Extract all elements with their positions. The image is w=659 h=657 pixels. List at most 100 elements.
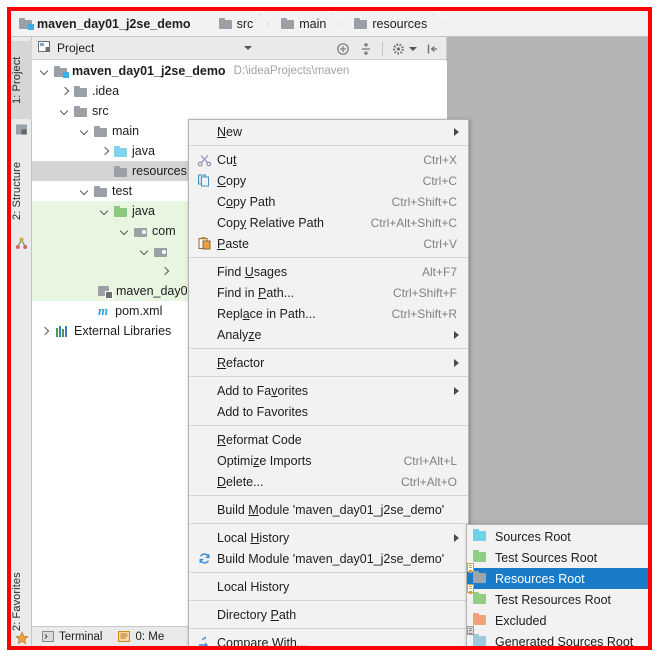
folder-icon — [74, 85, 87, 97]
menu-item-analyze[interactable]: Analyze — [189, 324, 468, 345]
menu-item-directory-path[interactable]: Directory Path — [189, 604, 468, 625]
library-icon — [56, 325, 69, 337]
gear-icon[interactable] — [392, 42, 406, 56]
menu-item-optimize-imports[interactable]: Optimize Imports Ctrl+Alt+L — [189, 450, 468, 471]
status-item-terminal[interactable]: Terminal — [42, 631, 102, 643]
menu-item-new[interactable]: NNewew — [189, 121, 468, 142]
tree-row-module[interactable]: maven_day01_j2se_demo D:\ideaProjects\ma… — [32, 61, 447, 81]
chevron-right-icon[interactable] — [39, 326, 50, 337]
chevron-right-icon[interactable] — [159, 266, 170, 277]
chevron-right-icon[interactable] — [59, 86, 70, 97]
submenu-item-resources-root[interactable]: Resources Root — [467, 562, 648, 589]
sidebar-item-structure[interactable]: 2: Structure — [11, 145, 32, 237]
left-tool-strip: 1: Project 2: Structure 2: Favorites — [11, 37, 32, 646]
no-icon — [197, 474, 217, 490]
no-icon — [197, 607, 217, 623]
status-item-messages[interactable]: 0: Me — [118, 631, 164, 643]
package-icon — [154, 246, 167, 257]
menu-accel-cut: Ctrl+X — [423, 152, 457, 167]
submenu-item-test-resources-root[interactable]: Test Resources Root — [467, 583, 648, 610]
chevron-down-icon[interactable] — [59, 106, 70, 117]
chevron-down-icon[interactable] — [139, 246, 150, 257]
module-file-icon — [98, 285, 113, 299]
menu-item-find-usages[interactable]: Find Usages Alt+F7 — [189, 261, 468, 282]
sidebar-item-project[interactable]: 1: Project — [11, 41, 32, 119]
menu-item-delete[interactable]: Delete... Ctrl+Alt+O — [189, 471, 468, 492]
folder-icon — [354, 18, 368, 29]
menu-item-build-module[interactable]: Build Module 'maven_day01_j2se_demo' — [189, 499, 468, 520]
menu-item-show-image-thumbnails[interactable]: Add to Favorites — [189, 401, 468, 422]
menu-item-refactor[interactable]: Refactor — [189, 352, 468, 373]
submenu-item-test-sources-root[interactable]: Test Sources Root — [467, 547, 648, 568]
mark-directory-submenu[interactable]: Sources Root Test Sources Root Resources… — [466, 524, 648, 646]
breadcrumb-item-src[interactable]: src — [211, 11, 274, 37]
menu-item-compare-with[interactable]: Compare With... — [189, 632, 468, 646]
menu-accel-replace-in-path: Ctrl+Shift+R — [391, 306, 457, 321]
breadcrumb-label: maven_day01_j2se_demo — [37, 16, 191, 31]
menu-separator — [189, 348, 468, 349]
excluded-icon — [473, 612, 495, 629]
gear-chevron-down-icon[interactable] — [409, 46, 417, 51]
tree-row-src[interactable]: src — [32, 101, 447, 121]
chevron-right-icon[interactable] — [99, 146, 110, 157]
menu-item-show-in-explorer[interactable]: Local History — [189, 576, 468, 597]
menu-item-copy-relative-path[interactable]: Copy Relative Path Ctrl+Alt+Shift+C — [189, 212, 468, 233]
menu-item-find-in-path[interactable]: Find in Path... Ctrl+Shift+F — [189, 282, 468, 303]
menu-item-reformat-code[interactable]: Reformat Code — [189, 429, 468, 450]
menu-separator — [189, 523, 468, 524]
submenu-item-generated-sources-root[interactable]: Generated Sources Root — [467, 625, 648, 647]
submenu-arrow-icon — [454, 533, 459, 542]
test-sources-root-icon — [473, 549, 495, 566]
chevron-down-icon[interactable] — [119, 226, 130, 237]
no-icon — [197, 327, 217, 343]
menu-separator — [189, 572, 468, 573]
hide-panel-icon[interactable] — [426, 42, 440, 56]
chevron-down-icon[interactable] — [244, 46, 252, 50]
menu-label-show-in-explorer: Local History — [217, 579, 290, 594]
generated-sources-root-icon — [467, 625, 495, 647]
menu-label-compare-with: Compare With... — [217, 635, 308, 647]
menu-item-copy-path[interactable]: Copy Path Ctrl+Shift+C — [189, 191, 468, 212]
menu-item-cut[interactable]: Cut Ctrl+X — [189, 149, 468, 170]
breadcrumb-label: src — [236, 16, 254, 31]
menu-separator — [189, 376, 468, 377]
menu-item-synchronize[interactable]: Build Module 'maven_day01_j2se_demo' — [189, 548, 468, 569]
tree-row-idea[interactable]: .idea — [32, 81, 447, 101]
breadcrumb-separator-icon — [433, 11, 443, 37]
chevron-down-icon[interactable] — [79, 186, 90, 197]
chevron-down-icon[interactable] — [99, 206, 110, 217]
menu-separator — [189, 257, 468, 258]
menu-item-local-history[interactable]: Local History — [189, 527, 468, 548]
chevron-down-icon[interactable] — [79, 126, 90, 137]
context-menu[interactable]: NNewew Cut Ctrl+X Copy Ctrl+C Copy Path … — [188, 119, 469, 646]
folder-icon — [94, 125, 107, 137]
sources-folder-icon — [114, 145, 127, 157]
collapse-all-icon[interactable] — [336, 42, 350, 56]
submenu-item-excluded[interactable]: Excluded — [467, 610, 648, 631]
breadcrumb-item-main[interactable]: main — [273, 11, 346, 37]
menu-accel-delete: Ctrl+Alt+O — [400, 474, 457, 489]
module-folder-icon — [19, 18, 34, 30]
submenu-arrow-icon — [454, 330, 459, 339]
menu-item-replace-in-path[interactable]: Replace in Path... Ctrl+Shift+R — [189, 303, 468, 324]
breadcrumb-item-project[interactable]: maven_day01_j2se_demo — [11, 11, 211, 37]
maven-icon: m — [98, 303, 109, 318]
menu-item-add-to-favorites[interactable]: Add to Favorites — [189, 380, 468, 401]
terminal-icon — [42, 631, 54, 642]
scissors-icon — [197, 152, 217, 168]
menu-separator — [189, 495, 468, 496]
menu-item-paste[interactable]: Paste Ctrl+V — [189, 233, 468, 254]
no-icon — [197, 404, 217, 420]
menu-separator — [189, 425, 468, 426]
hint-recent-files: Recent Fil — [447, 267, 648, 307]
menu-accel-find-usages: Alt+F7 — [421, 264, 457, 279]
no-icon — [197, 124, 217, 140]
submenu-item-sources-root[interactable]: Sources Root — [467, 526, 648, 547]
copy-icon — [197, 173, 217, 189]
breadcrumb-label: resources — [372, 16, 428, 31]
chevron-down-icon[interactable] — [39, 66, 50, 77]
menu-item-copy[interactable]: Copy Ctrl+C — [189, 170, 468, 191]
expand-all-icon[interactable] — [359, 42, 373, 56]
breadcrumb-item-resources[interactable]: resources — [346, 11, 447, 37]
